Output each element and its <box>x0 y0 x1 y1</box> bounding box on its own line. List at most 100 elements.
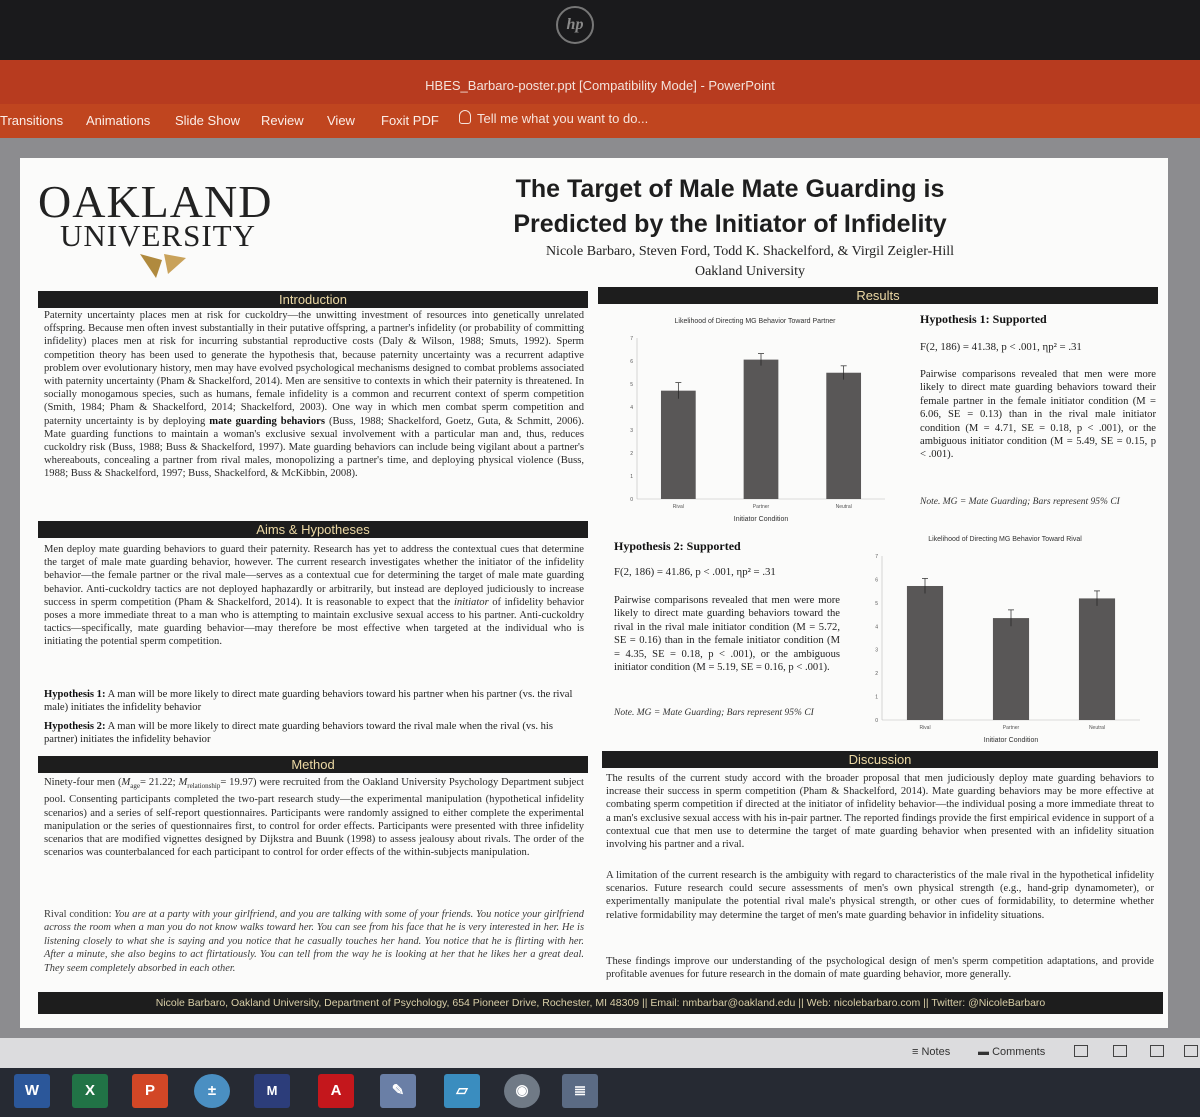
hypothesis-1-label: Hypothesis 1: <box>44 689 106 700</box>
hypothesis-1-text: A man will be more likely to direct mate… <box>44 689 573 713</box>
introduction-text: Paternity uncertainty places men at risk… <box>44 309 584 481</box>
results-h1-title: Hypothesis 1: Supported <box>920 312 1047 326</box>
method-text-a: Ninety-four men ( <box>44 777 122 788</box>
mplus-icon[interactable]: M <box>254 1074 290 1108</box>
notes-button[interactable]: ≡ Notes <box>912 1046 950 1058</box>
document-icon[interactable]: ≣ <box>562 1074 598 1108</box>
sail-logo-icon <box>140 254 186 278</box>
hypothesis-2-text: A man will be more likely to direct mate… <box>44 721 553 745</box>
y-tick-label: 2 <box>630 451 633 457</box>
bar-rival <box>906 585 944 720</box>
bar-neutral <box>1078 598 1116 720</box>
y-tick-label: 1 <box>630 474 633 480</box>
comment-icon: ▬ <box>978 1046 993 1058</box>
y-tick-label: 0 <box>875 718 878 724</box>
hypothesis-2-label: Hypothesis 2: <box>44 721 106 732</box>
y-tick-label: 7 <box>875 554 878 560</box>
paint-icon[interactable]: ✎ <box>380 1074 416 1108</box>
poster-footer: Nicole Barbaro, Oakland University, Depa… <box>38 992 1163 1014</box>
tell-me-text: Tell me what you want to do... <box>477 111 649 126</box>
method-m-age-val: = 21.22; <box>140 777 179 788</box>
reading-view-icon[interactable] <box>1150 1045 1164 1057</box>
x-tick-label: Rival <box>919 725 930 731</box>
scenario-label: Rival condition: <box>44 909 115 920</box>
poster-authors: Nicole Barbaro, Steven Ford, Todd K. Sha… <box>545 244 955 259</box>
results-h1-note: Note. MG = Mate Guarding; Bars represent… <box>920 497 1120 507</box>
y-tick-label: 3 <box>630 428 633 434</box>
bar-partner <box>743 359 779 499</box>
comments-label: Comments <box>992 1046 1046 1058</box>
discussion-p1: The results of the current study accord … <box>606 773 1154 851</box>
results-h1-text: Pairwise comparisons revealed that men w… <box>920 369 1156 461</box>
taskbar <box>0 1068 1200 1117</box>
calculator-icon[interactable]: ± <box>194 1074 230 1108</box>
aims-text-italic: initiator <box>453 596 489 608</box>
discussion-p3: These findings improve our understanding… <box>606 956 1154 981</box>
tab-slide-show[interactable]: Slide Show <box>175 113 240 128</box>
introduction-header: Introduction <box>38 291 588 308</box>
hp-logo: hp <box>556 6 594 44</box>
comments-button[interactable]: ▬ Comments <box>978 1046 1045 1058</box>
results-h2-stat: F(2, 186) = 41.86, p < .001, ηp² = .31 <box>614 566 776 578</box>
slideshow-view-icon[interactable] <box>1184 1045 1198 1057</box>
y-tick-label: 1 <box>875 695 878 701</box>
chart-toward-rival: Likelihood of Directing MG Behavior Towa… <box>875 536 1140 744</box>
y-tick-label: 4 <box>875 624 878 630</box>
tab-animations[interactable]: Animations <box>86 113 150 128</box>
method-m-rel-val: = 19.97 <box>220 777 254 788</box>
lightbulb-icon <box>459 110 471 124</box>
discussion-header: Discussion <box>602 751 1158 768</box>
method-scenario: Rival condition: You are at a party with… <box>44 908 584 975</box>
powerpoint-icon[interactable]: P <box>132 1074 168 1108</box>
intro-text-bold: mate guarding behaviors <box>209 415 325 427</box>
y-tick-label: 6 <box>630 359 633 365</box>
x-tick-label: Partner <box>753 504 770 510</box>
method-m-rel-sub: relationship <box>187 782 221 791</box>
results-h2-note: Note. MG = Mate Guarding; Bars represent… <box>614 708 814 718</box>
tell-me-search[interactable]: Tell me what you want to do... <box>459 110 648 126</box>
university-logo-line2: UNIVERSITY <box>60 218 256 253</box>
x-tick-label: Partner <box>1003 725 1020 731</box>
tab-foxit-pdf[interactable]: Foxit PDF <box>381 113 439 128</box>
hypothesis-2: Hypothesis 2: A man will be more likely … <box>44 720 584 746</box>
y-tick-label: 3 <box>875 648 878 654</box>
scenario-text: You are at a party with your girlfriend,… <box>44 909 584 974</box>
y-tick-label: 0 <box>630 497 633 503</box>
x-axis-label: Initiator Condition <box>984 737 1039 744</box>
notepad-icon[interactable]: ▱ <box>444 1074 480 1108</box>
tab-transitions[interactable]: Transitions <box>0 113 63 128</box>
tab-review[interactable]: Review <box>261 113 304 128</box>
results-header: Results <box>598 287 1158 304</box>
method-m-age-sub: age <box>130 782 141 791</box>
monitor-bezel: hp <box>0 0 1200 60</box>
chart-toward-partner: Likelihood of Directing MG Behavior Towa… <box>630 318 885 523</box>
y-tick-label: 4 <box>630 405 633 411</box>
notes-label: Notes <box>921 1046 951 1058</box>
aims-header: Aims & Hypotheses <box>38 521 588 538</box>
excel-icon[interactable]: X <box>72 1074 108 1108</box>
acrobat-icon[interactable]: A <box>318 1074 354 1108</box>
bar-neutral <box>826 372 862 499</box>
media-icon[interactable]: ◉ <box>504 1074 540 1108</box>
x-tick-label: Neutral <box>836 504 852 510</box>
poster-title-line1: The Target of Male Mate Guarding is <box>515 175 945 203</box>
method-m-age: M <box>121 777 131 788</box>
x-axis-label: Initiator Condition <box>734 516 789 523</box>
x-tick-label: Rival <box>673 504 684 510</box>
normal-view-icon[interactable] <box>1074 1045 1088 1057</box>
chart-title: Likelihood of Directing MG Behavior Towa… <box>928 536 1082 543</box>
y-tick-label: 6 <box>875 577 878 583</box>
aims-text: Men deploy mate guarding behaviors to gu… <box>44 543 584 649</box>
tab-view[interactable]: View <box>327 113 355 128</box>
chart-title: Likelihood of Directing MG Behavior Towa… <box>675 318 837 325</box>
slide-sorter-icon[interactable] <box>1113 1045 1127 1057</box>
results-h2-text: Pairwise comparisons revealed that men w… <box>614 595 840 674</box>
method-header: Method <box>38 756 588 773</box>
results-h1-stat: F(2, 186) = 41.38, p < .001, ηp² = .31 <box>920 341 1082 353</box>
window-title: HBES_Barbaro-poster.ppt [Compatibility M… <box>425 78 775 93</box>
poster-title-line2: Predicted by the Initiator of Infidelity <box>513 210 947 238</box>
y-tick-label: 5 <box>875 601 878 607</box>
poster-title: The Target of Male Mate Guarding is Pred… <box>450 172 1010 242</box>
word-icon[interactable]: W <box>14 1074 50 1108</box>
poster-affiliation: Oakland University <box>694 264 806 279</box>
